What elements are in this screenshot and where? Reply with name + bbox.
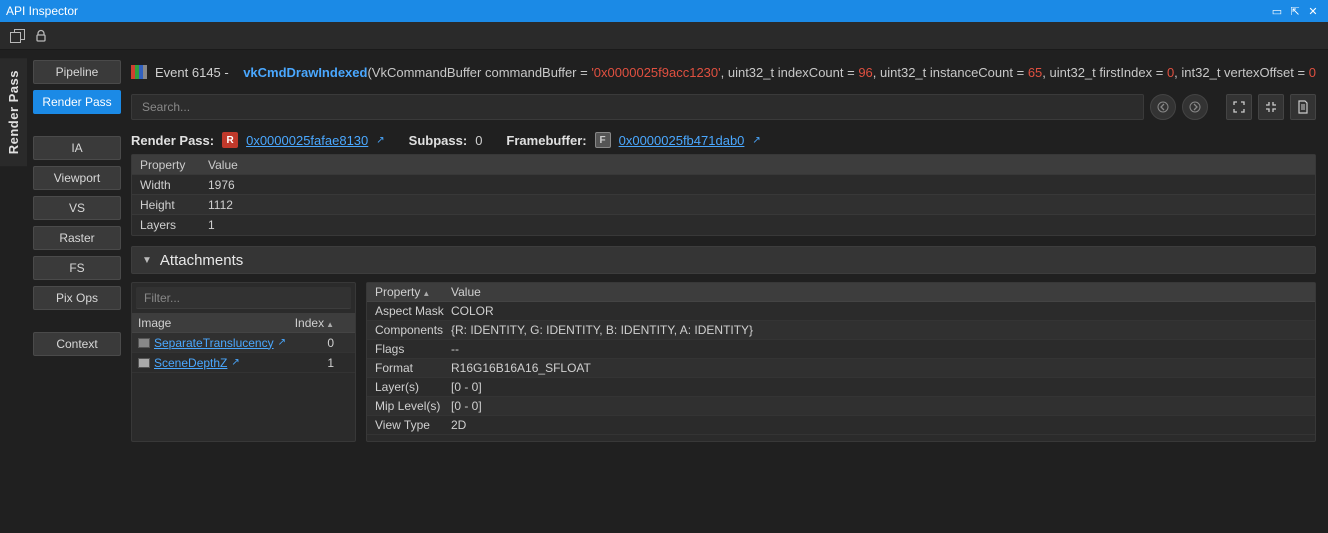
sort-asc-icon: ▲	[422, 289, 430, 298]
aspect-label: Aspect Mask	[367, 304, 447, 318]
side-nav: Pipeline Render Pass IA Viewport VS Rast…	[27, 50, 127, 533]
viewtype-value: 2D	[447, 418, 1315, 432]
prop-layers-value: 1	[204, 218, 1315, 232]
render-pass-link[interactable]: 0x0000025fafae8130	[246, 133, 368, 148]
nav-viewport[interactable]: Viewport	[33, 166, 121, 190]
attachments-title: Attachments	[160, 252, 243, 269]
collapse-icon[interactable]	[1258, 94, 1284, 120]
external-link-icon[interactable]: ↗	[376, 135, 384, 146]
external-link-icon[interactable]: ↗	[278, 337, 286, 348]
col-property: Property	[132, 158, 204, 172]
close-icon[interactable]: ✕	[1304, 5, 1322, 18]
image-link[interactable]: SceneDepthZ	[154, 356, 227, 370]
expand-icon[interactable]	[1226, 94, 1252, 120]
nav-ia[interactable]: IA	[33, 136, 121, 160]
attachments-header[interactable]: ▼ Attachments	[131, 246, 1316, 274]
col-property[interactable]: Property▲	[367, 285, 447, 299]
attachments-list-panel: Image Index▲ SeparateTranslucency ↗ 0 Sce…	[131, 282, 356, 442]
components-label: Components	[367, 323, 447, 337]
nav-context[interactable]: Context	[33, 332, 121, 356]
sort-asc-icon: ▲	[326, 320, 334, 329]
event-signature: Event 6145 - vkCmdDrawIndexed(VkCommandB…	[131, 58, 1316, 86]
layer-value: [0 - 0]	[447, 380, 1315, 394]
col-image[interactable]: Image	[132, 316, 286, 330]
nav-pixops[interactable]: Pix Ops	[33, 286, 121, 310]
prop-width-label: Width	[132, 178, 204, 192]
image-swatch-icon	[138, 338, 150, 348]
nav-vs[interactable]: VS	[33, 196, 121, 220]
search-input[interactable]	[131, 94, 1144, 120]
dimensions-table: Property Value Width 1976 Height 1112 La…	[131, 154, 1316, 236]
components-value: {R: IDENTITY, G: IDENTITY, B: IDENTITY, …	[447, 323, 1315, 337]
framebuffer-link[interactable]: 0x0000025fb471dab0	[619, 133, 745, 148]
windows-icon[interactable]	[10, 29, 24, 43]
external-link-icon[interactable]: ↗	[752, 135, 760, 146]
col-index[interactable]: Index▲	[286, 316, 342, 330]
title-bar: API Inspector ▭ ⇱ ✕	[0, 0, 1328, 22]
mip-label: Mip Level(s)	[367, 399, 447, 413]
framebuffer-label: Framebuffer:	[506, 133, 586, 148]
col-value[interactable]: Value	[447, 285, 1315, 299]
image-row-0[interactable]: SeparateTranslucency ↗ 0	[132, 333, 355, 353]
nav-render-pass[interactable]: Render Pass	[33, 90, 121, 114]
nav-fs[interactable]: FS	[33, 256, 121, 280]
lock-icon[interactable]	[34, 29, 48, 43]
toolbar	[0, 22, 1328, 50]
render-pass-info: Render Pass: R 0x0000025fafae8130 ↗ Subp…	[131, 132, 1316, 148]
rgb-swatch-icon	[131, 65, 147, 79]
layer-label: Layer(s)	[367, 380, 447, 394]
search-row	[131, 94, 1316, 120]
document-icon[interactable]	[1290, 94, 1316, 120]
attachment-properties-panel: Property▲ Value Aspect MaskCOLOR Compone…	[366, 282, 1316, 442]
image-index: 0	[286, 336, 342, 350]
event-fn[interactable]: vkCmdDrawIndexed	[243, 65, 367, 80]
filter-input[interactable]	[136, 287, 351, 309]
format-value: R16G16B16A16_SFLOAT	[447, 361, 1315, 375]
event-prefix: Event 6145 -	[155, 65, 232, 80]
prev-button[interactable]	[1150, 94, 1176, 120]
mip-value: [0 - 0]	[447, 399, 1315, 413]
minimize-icon[interactable]: ▭	[1268, 5, 1286, 18]
format-label: Format	[367, 361, 447, 375]
r-badge: R	[222, 132, 238, 148]
viewtype-label: View Type	[367, 418, 447, 432]
caret-down-icon: ▼	[142, 255, 152, 266]
flags-value: --	[447, 342, 1315, 356]
nav-raster[interactable]: Raster	[33, 226, 121, 250]
col-value: Value	[204, 158, 1315, 172]
prop-height-value: 1112	[204, 198, 1315, 212]
image-row-1[interactable]: SceneDepthZ ↗ 1	[132, 353, 355, 373]
image-index: 1	[286, 356, 342, 370]
f-badge: F	[595, 132, 611, 148]
next-button[interactable]	[1182, 94, 1208, 120]
vertical-tab-label[interactable]: Render Pass	[0, 58, 27, 166]
prop-height-label: Height	[132, 198, 204, 212]
aspect-value: COLOR	[447, 304, 1315, 318]
pin-icon[interactable]: ⇱	[1286, 5, 1304, 18]
prop-width-value: 1976	[204, 178, 1315, 192]
external-link-icon[interactable]: ↗	[231, 357, 239, 368]
prop-layers-label: Layers	[132, 218, 204, 232]
image-link[interactable]: SeparateTranslucency	[154, 336, 274, 350]
subpass-value: 0	[475, 133, 482, 148]
image-swatch-icon	[138, 358, 150, 368]
content-area: Event 6145 - vkCmdDrawIndexed(VkCommandB…	[127, 50, 1328, 533]
window-title: API Inspector	[6, 4, 78, 18]
subpass-label: Subpass:	[409, 133, 468, 148]
flags-label: Flags	[367, 342, 447, 356]
render-pass-label: Render Pass:	[131, 133, 214, 148]
nav-pipeline[interactable]: Pipeline	[33, 60, 121, 84]
